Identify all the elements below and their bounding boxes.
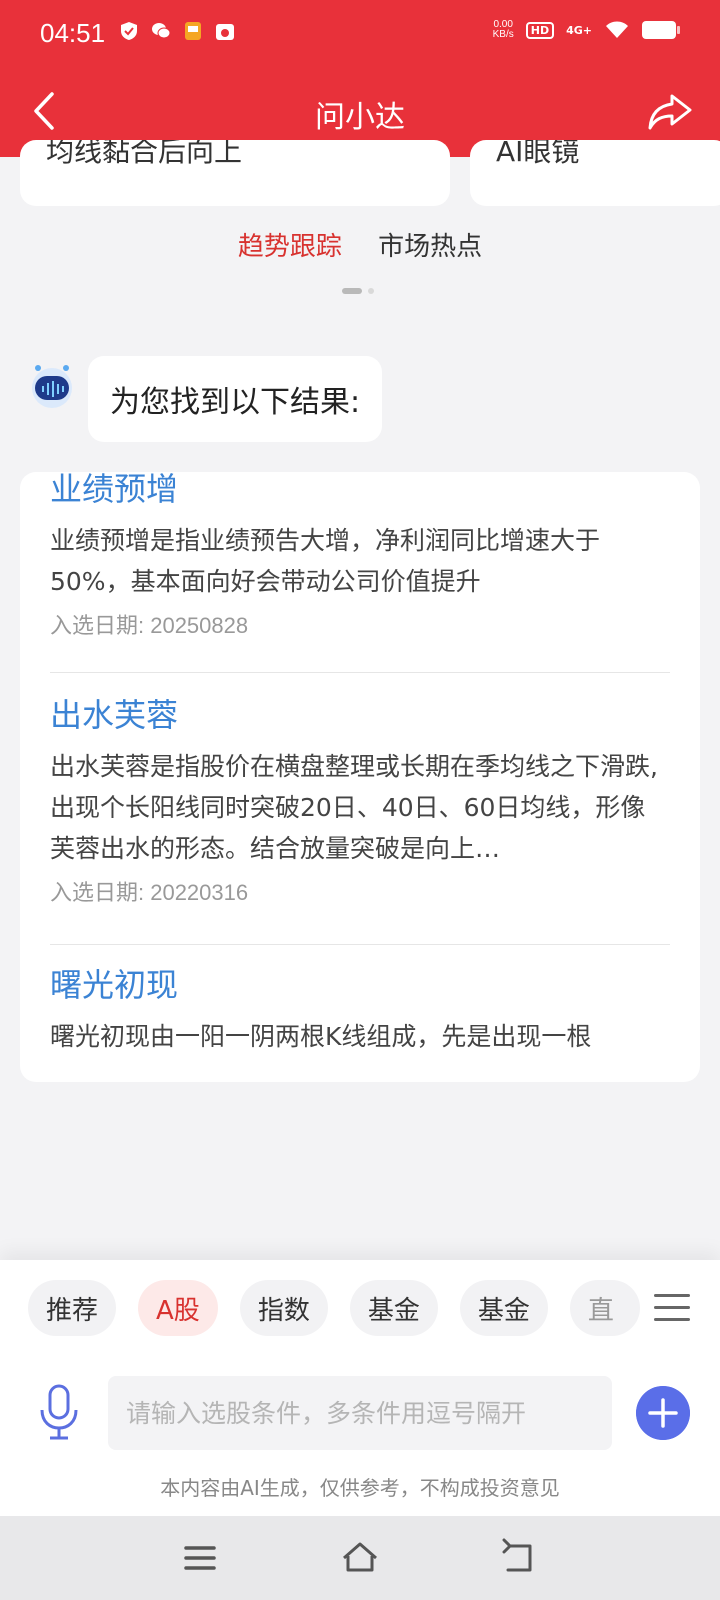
app-header: 04:51 0.00 KB/s HD 4G+ 问小达 [0,0,720,157]
results-card: 业绩预增 业绩预增是指业绩预告大增，净利润同比增速大于50%，基本面向好会带动公… [20,472,700,1082]
robot-avatar-icon [32,365,72,408]
net-speed: 0.00 KB/s [493,20,514,40]
chip-fund[interactable]: 基金 [459,1280,548,1336]
strategy-card-text: AI眼镜 [496,140,580,168]
signal-4g-icon: 4G+ [566,23,592,37]
bot-message-text: 为您找到以下结果: [110,385,361,420]
menu-icon[interactable] [648,1284,698,1332]
page-dot-active [342,288,362,294]
result-date: 入选日期: 20220316 [50,880,249,905]
app-notification-icon [185,22,201,40]
microphone-icon[interactable] [36,1384,82,1440]
recent-apps-icon[interactable] [178,1536,222,1580]
chip-more[interactable]: 直 [569,1280,640,1336]
status-system-icons: 0.00 KB/s HD 4G+ [493,20,680,40]
result-description: 出水芙蓉是指股价在横盘整理或长期在季均线之下滑跌,出现个长阳线同时突破20日、4… [50,752,658,863]
result-item[interactable]: 业绩预增 业绩预增是指业绩预告大增，净利润同比增速大于50%，基本面向好会带动公… [50,472,670,640]
result-description: 业绩预增是指业绩预告大增，净利润同比增速大于50%，基本面向好会带动公司价值提升 [50,526,601,596]
ai-disclaimer: 本内容由AI生成，仅供参考，不构成投资意见 [160,1476,560,1500]
result-item[interactable]: 出水芙蓉 出水芙蓉是指股价在横盘整理或长期在季均线之下滑跌,出现个长阳线同时突破… [50,690,670,907]
result-description: 曙光初现由一阳一阴两根K线组成，先是出现一根 [50,1022,592,1051]
page-indicator [342,288,374,294]
input-panel: 推荐 A股 指数 基金 基金 直 本内容由AI生成，仅供参考，不构成投资意见 [0,1260,720,1516]
chip-a-shares[interactable]: A股 [138,1280,218,1336]
page-title: 问小达 [315,100,405,135]
strategy-card[interactable]: AI眼镜 [470,140,720,206]
category-tabs: 趋势跟踪 市场热点 [0,226,720,263]
result-title[interactable]: 业绩预增 [50,472,670,510]
result-date: 入选日期: 20250828 [50,613,249,638]
net-speed-unit: KB/s [492,29,514,40]
divider [50,944,670,945]
battery-icon [642,21,680,39]
home-icon[interactable] [338,1536,382,1580]
system-nav-bar [0,1516,720,1600]
strategy-card[interactable]: 均线黏合后向上 [20,140,450,206]
calendar-app-icon [216,24,234,40]
tab-trend-tracking[interactable]: 趋势跟踪 [238,226,342,263]
bot-message-bubble: 为您找到以下结果: [88,356,383,442]
input-row [0,1376,720,1450]
page-dot [368,288,374,294]
status-notification-icons [118,20,236,42]
share-button[interactable] [644,86,696,138]
status-bar: 04:51 0.00 KB/s HD 4G+ [0,0,720,68]
wifi-icon [606,21,628,38]
hd-badge: HD [525,21,555,39]
result-title[interactable]: 曙光初现 [50,960,670,1006]
tab-market-hotspots[interactable]: 市场热点 [378,226,482,263]
strategy-card-text: 均线黏合后向上 [46,140,243,168]
add-button[interactable] [636,1386,690,1440]
stock-condition-input[interactable] [108,1376,612,1450]
divider [50,672,670,673]
result-item[interactable]: 曙光初现 曙光初现由一阳一阴两根K线组成，先是出现一根 [50,960,670,1057]
result-title[interactable]: 出水芙蓉 [50,690,670,736]
wechat-icon [152,23,171,39]
status-time: 04:51 [40,18,106,48]
shield-icon [121,22,137,40]
chip-index[interactable]: 指数 [239,1280,328,1336]
chip-fund[interactable]: 基金 [349,1280,438,1336]
back-nav-icon[interactable] [498,1536,542,1580]
category-chips: 推荐 A股 指数 基金 基金 直 [28,1280,640,1336]
chip-recommend[interactable]: 推荐 [28,1280,117,1336]
